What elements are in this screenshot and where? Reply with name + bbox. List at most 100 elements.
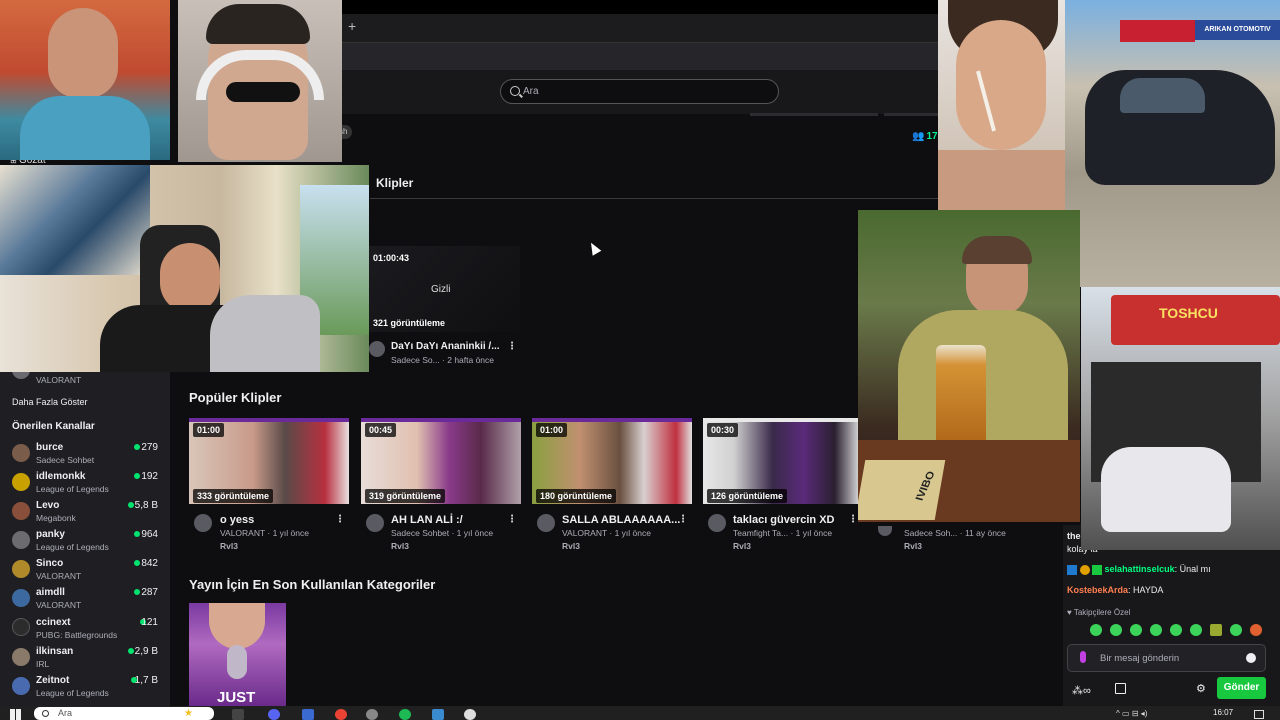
emote-icon[interactable] — [1230, 624, 1242, 636]
emote-icon[interactable] — [1170, 624, 1182, 636]
avatar — [12, 473, 30, 491]
avatar[interactable] — [537, 514, 555, 532]
more-options-icon[interactable]: ⋮ — [678, 514, 688, 525]
avatar[interactable] — [878, 526, 892, 536]
gift-icon[interactable] — [1115, 683, 1126, 694]
mouse-cursor — [586, 240, 602, 256]
clip-meta: VALORANT · 1 yıl önce — [562, 528, 651, 538]
clip-thumbnail[interactable]: 00:30 126 görüntüleme — [703, 418, 858, 504]
sidebar-channel-category: VALORANT — [36, 375, 82, 385]
category-card[interactable]: JUST — [189, 603, 286, 706]
clip-thumbnail[interactable]: 00:45 319 görüntüleme — [361, 418, 521, 504]
show-more-link[interactable]: Daha Fazla Göster — [12, 397, 88, 407]
windows-start-icon[interactable] — [10, 709, 21, 720]
discord-icon[interactable] — [268, 709, 280, 720]
clip-title[interactable]: DaYı DaYı Ananinkii /... — [391, 341, 500, 352]
task-view-icon[interactable] — [232, 709, 244, 720]
sidebar-channel-category: VALORANT — [36, 571, 82, 581]
app-icon[interactable] — [432, 709, 444, 720]
chat-username[interactable]: selahattinselcuk — [1105, 564, 1175, 574]
browser-address-bar[interactable] — [342, 42, 938, 70]
chat-text: : HAYDA — [1128, 585, 1164, 595]
sidebar-channel-category: Megabonk — [36, 513, 76, 523]
send-button[interactable]: Gönder — [1217, 677, 1266, 699]
followers-only-text: Takipçilere Özel — [1073, 608, 1131, 617]
clip-duration: 00:45 — [365, 423, 397, 437]
avatar[interactable] — [194, 514, 212, 532]
thumbnail-top-border — [703, 418, 858, 422]
emote-icon[interactable] — [1090, 624, 1102, 636]
tab-divider — [370, 198, 938, 199]
heart-icon: ♥ — [1067, 608, 1074, 617]
clip-meta: VALORANT · 1 yıl önce — [220, 528, 309, 538]
car-windshield — [1120, 78, 1205, 113]
clip-author[interactable]: Rvl3 — [562, 541, 580, 551]
avatar — [12, 677, 30, 695]
more-options-icon[interactable]: ⋮ — [507, 341, 517, 352]
app-icon[interactable] — [464, 709, 476, 720]
clip-author[interactable]: Rvl3 — [220, 541, 238, 551]
clip-title[interactable]: AH LAN ALİ :/ — [391, 514, 463, 526]
chrome-icon[interactable] — [335, 709, 347, 720]
shop-sign: TOSHCU — [1111, 295, 1280, 345]
sidebar-channel-category: PUBG: Battlegrounds — [36, 630, 118, 640]
featured-clip-thumbnail[interactable]: 01:00:43 Gizli 321 görüntüleme — [369, 246, 520, 332]
clip-author[interactable]: Rvl3 — [391, 541, 409, 551]
person-face — [48, 8, 118, 98]
emote-icon[interactable] — [1130, 624, 1142, 636]
spotify-icon[interactable] — [399, 709, 411, 720]
clip-thumbnail[interactable]: 01:00 180 görüntüleme — [532, 418, 692, 504]
avatar — [12, 531, 30, 549]
nav-divider — [750, 113, 878, 116]
clip-title[interactable]: taklacı güvercin XD — [733, 514, 835, 526]
hair — [962, 236, 1032, 264]
app-icon[interactable] — [302, 709, 314, 720]
emote-icon[interactable] — [1210, 624, 1222, 636]
plus-icon[interactable]: + — [348, 18, 356, 34]
menu-card: IVIBO — [858, 460, 946, 520]
chat-input[interactable]: Bir mesaj gönderin — [1067, 644, 1266, 672]
sidebar-channel-name: idlemonkk — [36, 471, 86, 482]
followers-only-label: ♥ Takipçilere Özel — [1067, 608, 1130, 617]
category-face — [209, 603, 265, 649]
chat-text: : Ünal mı — [1174, 564, 1211, 574]
chat-username[interactable]: KostebekArda — [1067, 585, 1128, 595]
taskbar-search[interactable]: Ara ★ — [34, 707, 214, 720]
emote-icon[interactable] — [1110, 624, 1122, 636]
tab-clips[interactable]: Klipler — [376, 176, 413, 190]
chat-message: selahattinselcuk: Ünal mı — [1067, 564, 1211, 575]
badge-icon — [1079, 564, 1090, 575]
sidebar-viewer-count: 121 — [141, 617, 158, 628]
tray-icons[interactable]: ^ ▭ ⊟ ◂) — [1116, 709, 1147, 718]
avatar[interactable] — [366, 514, 384, 532]
more-options-icon[interactable]: ⋮ — [507, 514, 517, 525]
sidebar-channel-name: ccinext — [36, 617, 71, 628]
more-options-icon[interactable]: ⋮ — [335, 514, 345, 525]
notification-icon[interactable] — [1254, 710, 1264, 719]
clip-title[interactable]: o yess — [220, 514, 254, 526]
smiley-icon[interactable] — [1246, 653, 1256, 663]
avatar[interactable] — [369, 341, 385, 357]
clip-title[interactable]: SALLA ABLAAAAAA... — [562, 514, 680, 526]
thumbnail-top-border — [532, 418, 692, 422]
clip-thumbnail[interactable]: 01:00 333 görüntüleme — [189, 418, 349, 504]
app-icon[interactable] — [366, 709, 378, 720]
search-input[interactable]: Ara — [500, 79, 779, 104]
sunglasses-icon — [226, 82, 300, 102]
clip-author[interactable]: Rvl3 — [733, 541, 751, 551]
sidebar-channel-category: Sadece Sohbet — [36, 455, 95, 465]
category-card-text: JUST — [217, 689, 256, 706]
gear-icon[interactable]: ⚙ — [1196, 682, 1206, 695]
avatar[interactable] — [708, 514, 726, 532]
channel-points-icon[interactable]: ⁂∞ — [1072, 684, 1091, 697]
more-options-icon[interactable]: ⋮ — [848, 514, 858, 525]
emote-icon[interactable] — [1150, 624, 1162, 636]
mic-icon[interactable] — [1080, 651, 1086, 663]
clip-author[interactable]: Rvl3 — [904, 541, 922, 551]
viewers-icon: 👥 — [912, 131, 925, 142]
thumbnail-top-border — [189, 418, 349, 422]
taskbar-clock[interactable]: 16:07 — [1213, 708, 1233, 717]
emote-icon[interactable] — [1250, 624, 1262, 636]
emote-icon[interactable] — [1190, 624, 1202, 636]
search-highlight-icon: ★ — [184, 708, 193, 719]
